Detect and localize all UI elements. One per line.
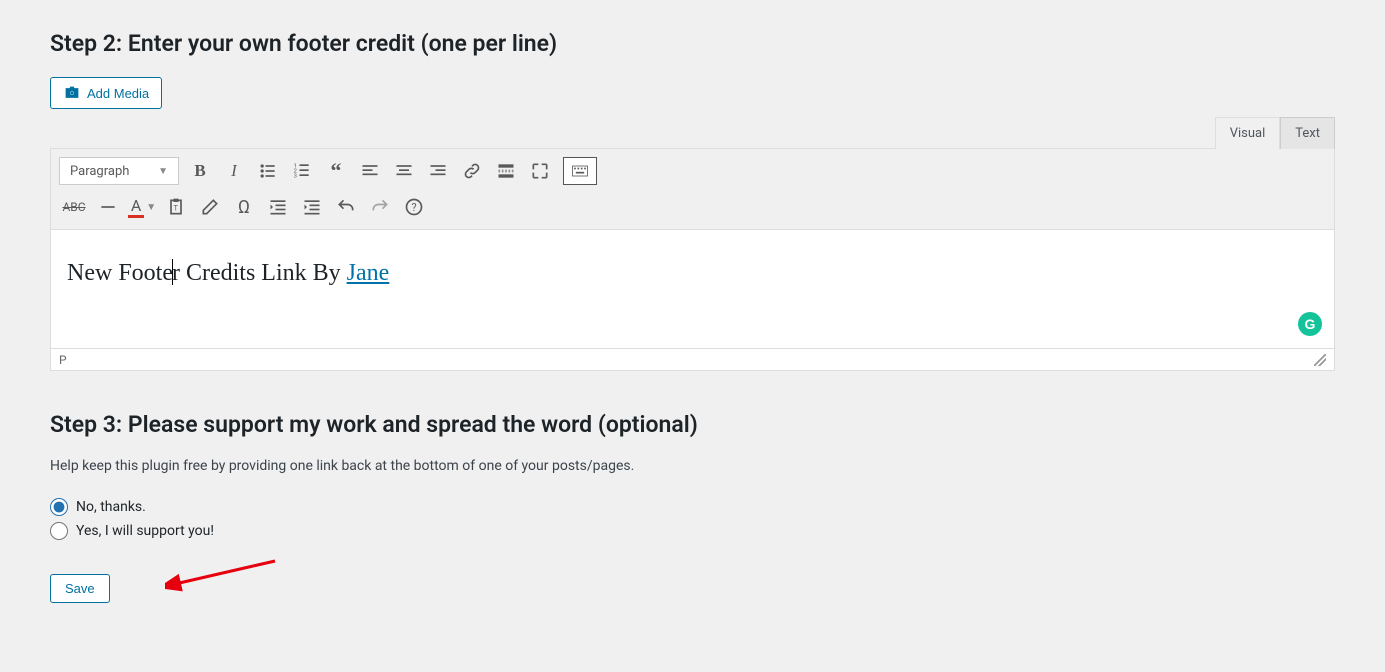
clipboard-icon: T bbox=[166, 197, 186, 217]
radio-yes-label: Yes, I will support you! bbox=[76, 523, 214, 539]
align-right-button[interactable] bbox=[421, 155, 455, 187]
svg-text:?: ? bbox=[412, 201, 417, 214]
element-path[interactable]: P bbox=[59, 353, 67, 367]
format-selected-label: Paragraph bbox=[70, 164, 129, 179]
undo-button[interactable] bbox=[329, 191, 363, 223]
toolbar-row-2: ABC A ▼ T Ω ? bbox=[57, 189, 1328, 225]
tab-text[interactable]: Text bbox=[1280, 117, 1335, 149]
radio-yes-input[interactable] bbox=[50, 522, 68, 540]
editor-wrapper: Visual Text Paragraph ▼ B I 123 “ ABC bbox=[50, 117, 1335, 371]
paste-text-button[interactable]: T bbox=[159, 191, 193, 223]
outdent-button[interactable] bbox=[261, 191, 295, 223]
fullscreen-icon bbox=[530, 161, 550, 181]
editor-text-middle: r Credits Link By bbox=[172, 260, 347, 286]
svg-text:3: 3 bbox=[294, 174, 297, 180]
radio-no-thanks[interactable]: No, thanks. bbox=[50, 498, 1335, 516]
undo-icon bbox=[336, 197, 356, 217]
editor-text-line: New Footer Credits Link By Jane bbox=[67, 260, 1318, 287]
bullet-list-icon bbox=[258, 161, 278, 181]
red-arrow-annotation bbox=[165, 546, 285, 596]
chevron-down-icon: ▼ bbox=[146, 202, 156, 213]
horizontal-rule-button[interactable] bbox=[91, 191, 125, 223]
read-more-icon bbox=[496, 161, 516, 181]
strikethrough-button[interactable]: ABC bbox=[57, 191, 91, 223]
keyboard-icon bbox=[570, 161, 590, 181]
step3-section: Step 3: Please support my work and sprea… bbox=[50, 411, 1335, 603]
italic-button[interactable]: I bbox=[217, 155, 251, 187]
svg-text:T: T bbox=[174, 203, 179, 212]
toolbar-row-1: Paragraph ▼ B I 123 “ bbox=[57, 153, 1328, 189]
step3-help-text: Help keep this plugin free by providing … bbox=[50, 458, 1335, 474]
grammarly-badge-icon[interactable]: G bbox=[1298, 312, 1322, 336]
indent-icon bbox=[302, 197, 322, 217]
read-more-button[interactable] bbox=[489, 155, 523, 187]
step2-heading: Step 2: Enter your own footer credit (on… bbox=[50, 30, 1335, 57]
format-dropdown[interactable]: Paragraph ▼ bbox=[59, 157, 179, 185]
align-left-button[interactable] bbox=[353, 155, 387, 187]
camera-music-icon bbox=[63, 84, 81, 102]
help-icon: ? bbox=[404, 197, 424, 217]
align-center-icon bbox=[394, 161, 414, 181]
eraser-icon bbox=[200, 197, 220, 217]
link-button[interactable] bbox=[455, 155, 489, 187]
align-center-button[interactable] bbox=[387, 155, 421, 187]
save-button[interactable]: Save bbox=[50, 574, 110, 603]
help-button[interactable]: ? bbox=[397, 191, 431, 223]
hr-icon bbox=[98, 197, 118, 217]
editor-link[interactable]: Jane bbox=[347, 260, 390, 286]
radio-yes-support[interactable]: Yes, I will support you! bbox=[50, 522, 1335, 540]
outdent-icon bbox=[268, 197, 288, 217]
bold-button[interactable]: B bbox=[183, 155, 217, 187]
toolbar-toggle-button[interactable] bbox=[563, 157, 597, 185]
add-media-label: Add Media bbox=[87, 86, 149, 101]
editor-status-bar: P bbox=[50, 349, 1335, 371]
editor-content-area[interactable]: New Footer Credits Link By Jane G bbox=[50, 229, 1335, 349]
radio-no-input[interactable] bbox=[50, 498, 68, 516]
tab-visual[interactable]: Visual bbox=[1215, 117, 1281, 149]
add-media-button[interactable]: Add Media bbox=[50, 77, 162, 109]
redo-icon bbox=[370, 197, 390, 217]
resize-handle[interactable] bbox=[1314, 354, 1326, 366]
special-character-button[interactable]: Ω bbox=[227, 191, 261, 223]
text-color-a-icon: A bbox=[128, 196, 144, 218]
editor-toolbar: Paragraph ▼ B I 123 “ ABC A ▼ T bbox=[50, 148, 1335, 229]
radio-no-label: No, thanks. bbox=[76, 499, 146, 515]
text-color-button[interactable]: A ▼ bbox=[125, 191, 159, 223]
indent-button[interactable] bbox=[295, 191, 329, 223]
redo-button[interactable] bbox=[363, 191, 397, 223]
align-left-icon bbox=[360, 161, 380, 181]
fullscreen-button[interactable] bbox=[523, 155, 557, 187]
clear-formatting-button[interactable] bbox=[193, 191, 227, 223]
bullet-list-button[interactable] bbox=[251, 155, 285, 187]
editor-text-prefix: New Foote bbox=[67, 260, 173, 286]
chevron-down-icon: ▼ bbox=[158, 166, 168, 177]
step3-heading: Step 3: Please support my work and sprea… bbox=[50, 411, 1335, 438]
editor-tabs: Visual Text bbox=[50, 117, 1335, 149]
numbered-list-icon: 123 bbox=[292, 161, 312, 181]
blockquote-button[interactable]: “ bbox=[319, 155, 353, 187]
numbered-list-button[interactable]: 123 bbox=[285, 155, 319, 187]
align-right-icon bbox=[428, 161, 448, 181]
text-cursor bbox=[172, 259, 173, 285]
link-icon bbox=[462, 161, 482, 181]
